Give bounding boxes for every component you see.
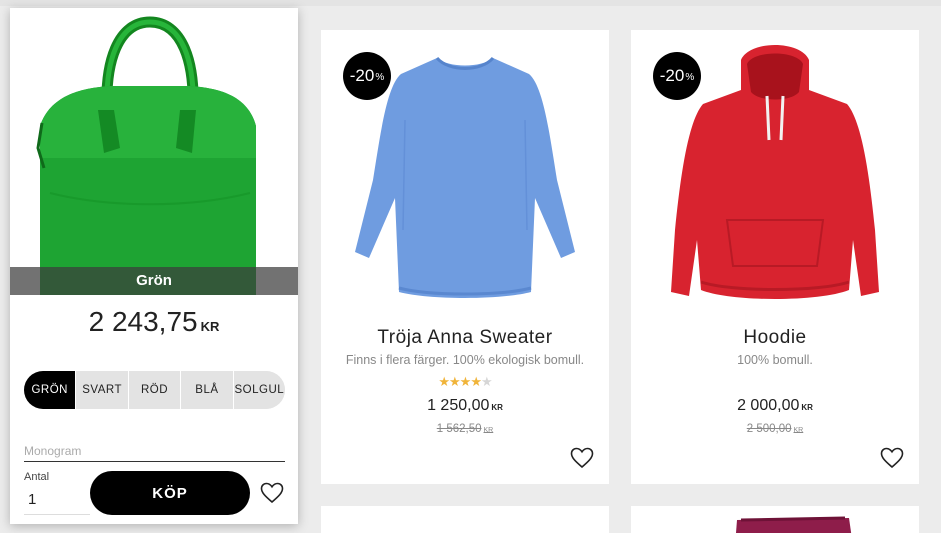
original-price: 2 500,00 KR [631, 423, 919, 435]
heart-icon[interactable] [880, 447, 904, 469]
product-detail-panel: Grön 2 243,75 KR GRÖN SVART RÖD BLÅ SOLGU… [10, 8, 298, 524]
quantity-input[interactable] [24, 485, 90, 515]
product-card[interactable] [321, 506, 609, 533]
original-price-amount: 2 500,00 [746, 423, 792, 435]
green-handbag-image [36, 16, 256, 295]
price-amount: 1 250,00 [427, 397, 490, 414]
discount-value: -20 [349, 66, 375, 85]
discount-unit: % [685, 72, 695, 83]
price-amount: 2 000,00 [737, 397, 800, 414]
top-strip [0, 0, 941, 6]
buy-button[interactable]: KÖP [90, 471, 250, 515]
product-card[interactable] [631, 506, 919, 533]
variant-caption: Grön [10, 267, 298, 295]
discount-badge: -20% [343, 52, 391, 100]
rating-stars: ★★★★★ [321, 374, 609, 390]
star-icon: ★ [438, 374, 450, 389]
original-price-currency: KR [793, 427, 804, 434]
heart-icon[interactable] [260, 482, 284, 504]
product-description: Finns i flera färger. 100% ekologisk bom… [345, 353, 585, 367]
star-icon: ★ [459, 374, 472, 389]
price-amount: 2 243,75 [88, 306, 198, 337]
product-image [736, 516, 852, 533]
star-empty-icon: ★ [480, 374, 493, 389]
color-option-rod[interactable]: RÖD [127, 371, 181, 409]
discount-value: -20 [659, 66, 685, 85]
color-option-bla[interactable]: BLÅ [180, 371, 233, 409]
product-card[interactable]: -20% Tröja Anna Sweater Finns i flera fä… [321, 30, 609, 484]
star-icon: ★ [449, 374, 461, 389]
price-currency: KR [491, 403, 503, 412]
discount-unit: % [375, 72, 385, 83]
discount-badge: -20% [653, 52, 701, 100]
price-currency: KR [200, 319, 220, 334]
star-icon: ★ [470, 374, 482, 389]
heart-icon[interactable] [570, 447, 594, 469]
product-title[interactable]: Tröja Anna Sweater [321, 327, 609, 349]
product-price: 1 250,00 KR [321, 397, 609, 415]
product-price: 2 243,75 KR [10, 306, 298, 338]
color-selector: GRÖN SVART RÖD BLÅ SOLGUL [24, 371, 285, 409]
original-price-amount: 1 562,50 [436, 423, 482, 435]
color-option-gron[interactable]: GRÖN [24, 371, 76, 409]
price-currency: KR [801, 403, 813, 412]
product-card[interactable]: -20% Hoodie 100% bomull. 2 000,00 KR 2 50… [631, 30, 919, 484]
original-price-currency: KR [483, 427, 494, 434]
product-description: 100% bomull. [737, 353, 813, 367]
original-price: 1 562,50 KR [321, 423, 609, 435]
color-option-solgul[interactable]: SOLGUL [232, 371, 285, 409]
quantity-label: Antal [24, 471, 50, 483]
product-price: 2 000,00 KR [631, 397, 919, 415]
color-option-svart[interactable]: SVART [75, 371, 128, 409]
monogram-input[interactable] [24, 440, 285, 462]
product-image[interactable]: Grön [10, 8, 298, 295]
product-title[interactable]: Hoodie [631, 327, 919, 349]
